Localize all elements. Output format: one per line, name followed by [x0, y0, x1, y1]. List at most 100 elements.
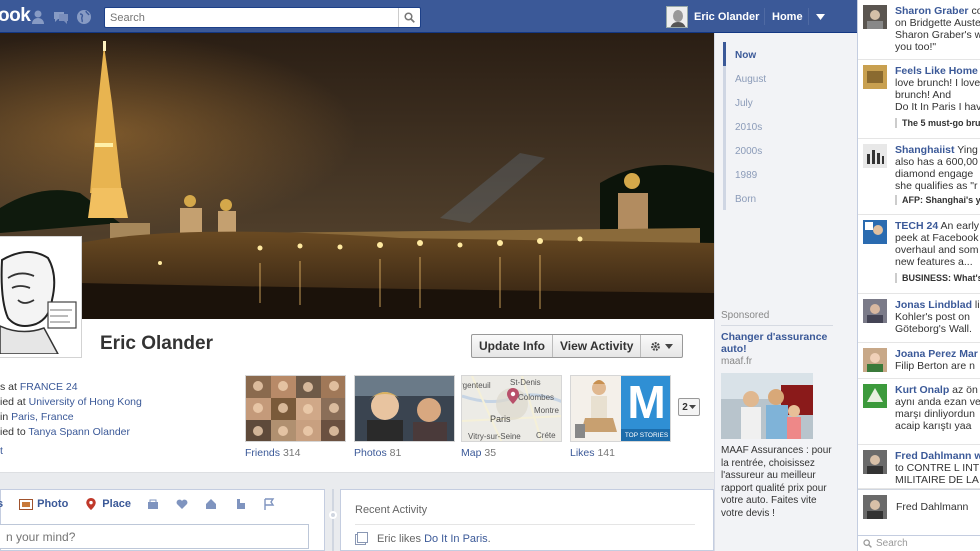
- map-label: Paris: [490, 414, 511, 424]
- profile-name: Eric Olander: [100, 333, 213, 354]
- life-event-icon[interactable]: [147, 498, 159, 510]
- map-thumbnail: rgenteuil St-Denis Colombes Paris Vitry-…: [461, 375, 562, 442]
- ad-title-link[interactable]: Changer d'assurance auto!: [721, 331, 833, 355]
- heart-icon[interactable]: [176, 498, 188, 510]
- photos-label[interactable]: Photos: [354, 447, 387, 459]
- profile-picture[interactable]: [0, 236, 82, 358]
- map-app[interactable]: rgenteuil St-Denis Colombes Paris Vitry-…: [461, 375, 562, 459]
- ticker-story[interactable]: Kurt Onalp az ön aynı anda ezan ve marşı d…: [858, 379, 980, 445]
- photo-icon: [19, 499, 34, 510]
- ad-domain: maaf.fr: [721, 356, 753, 367]
- likes-count: 141: [597, 447, 615, 459]
- chevron-down-icon: [665, 343, 674, 349]
- search-button[interactable]: [398, 8, 420, 27]
- top-bar: ook Eric Olander Home: [0, 0, 857, 33]
- home-icon[interactable]: [205, 498, 217, 510]
- messages-icon[interactable]: [53, 9, 69, 25]
- about-summary: s at FRANCE 24 ied at University of Hong…: [0, 380, 142, 459]
- recent-activity-heading: Recent Activity: [355, 504, 428, 516]
- about-education-link[interactable]: University of Hong Kong: [29, 396, 142, 408]
- search-input[interactable]: [105, 8, 395, 27]
- account-menu-chevron-icon[interactable]: [816, 14, 825, 20]
- ticker-avatar: [863, 450, 887, 474]
- place-pin-icon: [86, 498, 97, 510]
- timeline-nav-2010s[interactable]: 2010s: [723, 114, 766, 138]
- photos-thumbnail: [354, 375, 455, 442]
- friends-app[interactable]: Friends 314: [245, 375, 346, 459]
- timeline-nav-july[interactable]: July: [723, 90, 766, 114]
- nav-divider: [764, 8, 765, 25]
- activity-item: Eric likes Do It In Paris.: [355, 532, 491, 545]
- sponsored-ad: Sponsored Changer d'assurance auto! maaf…: [721, 310, 833, 520]
- likes-app[interactable]: M TOP STORIES Likes 141: [570, 375, 671, 459]
- facebook-logo[interactable]: ook: [0, 5, 31, 27]
- ticker-story[interactable]: Feels Like Home love brunch! I love brunch…: [858, 60, 980, 139]
- ticker-story[interactable]: Fred Dahlmann w to CONTRE L INTE MILITAIRE…: [858, 445, 980, 489]
- more-apps-button[interactable]: 2: [678, 398, 700, 416]
- ad-image[interactable]: [721, 373, 813, 439]
- topbar-avatar: [666, 6, 688, 28]
- ticker-story[interactable]: Sharon Graber coon Bridgette AusteSharon…: [858, 0, 980, 60]
- activity-page-link[interactable]: Do It In Paris: [424, 533, 488, 545]
- health-icon[interactable]: [234, 498, 246, 510]
- chat-contact[interactable]: Fred Dahlmann: [858, 489, 980, 524]
- status-input[interactable]: [0, 524, 309, 549]
- friend-requests-icon[interactable]: [30, 9, 46, 25]
- ticker-avatar: [863, 220, 887, 244]
- profile-link[interactable]: Eric Olander: [666, 6, 759, 28]
- friends-label[interactable]: Friends: [245, 447, 280, 459]
- timeline-year-nav: Now August July 2010s 2000s 1989 Born Sp…: [714, 33, 857, 551]
- ticker-avatar: [863, 144, 887, 168]
- ticker-story[interactable]: TECH 24 An early peek at Facebook overhaul…: [858, 215, 980, 294]
- profile-info-strip: s at FRANCE 24 ied at University of Hong…: [0, 373, 714, 473]
- settings-menu-button[interactable]: [641, 335, 682, 357]
- composer-tab-status[interactable]: s: [0, 498, 3, 510]
- about-location-link[interactable]: Paris, France: [11, 411, 73, 423]
- timeline-nav-born[interactable]: Born: [723, 186, 766, 210]
- likes-label[interactable]: Likes: [570, 447, 595, 459]
- composer-tab-place[interactable]: Place: [84, 498, 131, 510]
- sponsored-label: Sponsored: [721, 310, 833, 326]
- about-education: ied at University of Hong Kong: [0, 396, 142, 408]
- ticker-story[interactable]: Shanghaiist Ying also has a 600,00 diamond…: [858, 139, 980, 215]
- profile-actions: Update Info View Activity: [471, 334, 684, 358]
- nav-divider: [808, 8, 809, 25]
- cover-photo[interactable]: [0, 33, 714, 319]
- ticker-avatar: [863, 5, 887, 29]
- about-link[interactable]: t: [0, 444, 142, 459]
- about-work: s at FRANCE 24: [0, 381, 78, 393]
- likes-tile: M TOP STORIES: [621, 376, 670, 441]
- ticker-story[interactable]: Joana Perez Mar Filip Berton are n: [858, 343, 980, 379]
- home-link[interactable]: Home: [772, 11, 803, 23]
- timeline-nav-august[interactable]: August: [723, 66, 766, 90]
- timeline-nav-now[interactable]: Now: [723, 42, 766, 66]
- ticker-story[interactable]: Jonas Lindblad likKohler's post onGötebo…: [858, 294, 980, 343]
- ticker-avatar: [863, 384, 887, 408]
- ticker-avatar: [863, 65, 887, 89]
- about-spouse-link[interactable]: Tanya Spann Olander: [28, 426, 130, 438]
- ticker-avatar: [863, 348, 887, 372]
- map-count: 35: [484, 447, 497, 459]
- view-activity-button[interactable]: View Activity: [553, 335, 642, 357]
- notifications-globe-icon[interactable]: [76, 9, 92, 25]
- news-ticker: Sharon Graber coon Bridgette AusteSharon…: [857, 0, 980, 551]
- facebook-timeline-page: ook Eric Olander Home: [0, 0, 980, 551]
- photos-app[interactable]: Photos 81: [354, 375, 455, 459]
- flag-icon[interactable]: [263, 498, 275, 510]
- timeline-nav-2000s[interactable]: 2000s: [723, 138, 766, 162]
- gear-icon: [651, 341, 661, 351]
- map-label-link[interactable]: Map: [461, 447, 481, 459]
- topbar-user-name: Eric Olander: [694, 11, 760, 23]
- likes-thumbnail: M TOP STORIES: [570, 375, 671, 442]
- timeline-nav-1989[interactable]: 1989: [723, 162, 766, 186]
- friends-count: 314: [282, 447, 301, 459]
- composer-tab-photo[interactable]: Photo: [19, 498, 68, 510]
- update-info-button[interactable]: Update Info: [472, 335, 553, 357]
- about-work-link[interactable]: FRANCE 24: [20, 381, 78, 393]
- search-icon: [863, 539, 872, 548]
- chat-search[interactable]: Search: [858, 535, 980, 551]
- chat-avatar: [863, 495, 887, 519]
- map-label: Montre: [534, 406, 559, 415]
- ticker-text: co: [971, 5, 980, 17]
- map-label: Créte: [536, 431, 556, 440]
